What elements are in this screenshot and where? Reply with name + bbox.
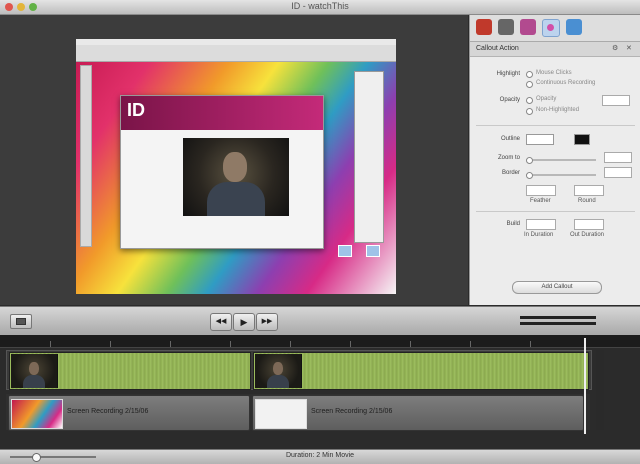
clip-thumbnail: [11, 354, 58, 388]
zoom-field[interactable]: [604, 152, 632, 163]
timeline-scrollbar[interactable]: [596, 350, 604, 430]
outline-label: Outline: [500, 136, 520, 142]
recorded-side-panel: [354, 71, 384, 243]
border-label: Border: [501, 170, 520, 176]
opacity-label: Opacity: [499, 97, 520, 103]
outline-color-dark[interactable]: [574, 134, 590, 145]
screen-mode-button[interactable]: [10, 314, 32, 329]
in-duration-label: In Duration: [524, 232, 554, 238]
add-callout-button[interactable]: Add Callout: [512, 281, 602, 294]
welcome-dialog: ID: [120, 95, 324, 249]
timeline-ruler[interactable]: [0, 335, 640, 348]
screen-tab-icon[interactable]: [566, 19, 582, 35]
app-logo: ID: [127, 100, 145, 120]
screen-clip[interactable]: Screen Recording 2/15/06: [8, 395, 250, 431]
continuous-label: Continuous Recording: [536, 80, 596, 86]
in-duration-field[interactable]: [526, 219, 556, 230]
out-duration-field[interactable]: [574, 219, 604, 230]
non-highlighted-radio[interactable]: [526, 108, 533, 115]
inspector-tabs: [470, 15, 640, 42]
duration-readout: Duration: 2 Min Movie: [285, 452, 355, 459]
clip-thumbnail: [11, 399, 63, 429]
screen-clip[interactable]: Screen Recording 2/15/06: [252, 395, 584, 431]
clip-label: Screen Recording 2/15/06: [67, 408, 149, 415]
zoom-slider[interactable]: [526, 157, 596, 164]
opacity-option-label: Opacity: [536, 96, 557, 102]
divider: [476, 125, 635, 126]
build-label: Build: [506, 221, 520, 227]
audio-tab-icon[interactable]: [498, 19, 514, 35]
section-header: Callout Action ⚙ ✕: [470, 42, 640, 57]
screen-recording-preview[interactable]: ID: [76, 39, 396, 294]
feather-label: Feather: [530, 198, 551, 204]
transport-bar: ◀◀ ▶ ▶▶: [0, 306, 640, 336]
opacity-field[interactable]: [602, 95, 630, 106]
feather-field[interactable]: [526, 185, 556, 196]
outline-color-light[interactable]: [526, 134, 554, 145]
recorded-tools-panel: [80, 65, 92, 247]
video-clip[interactable]: [253, 352, 589, 390]
title-bar: ID - watchThis: [0, 0, 640, 15]
video-track: [6, 350, 592, 390]
highlight-label: Highlight: [496, 71, 520, 77]
border-field[interactable]: [604, 167, 632, 178]
opacity-radio[interactable]: [526, 97, 533, 104]
window-title: ID - watchThis: [291, 1, 349, 11]
preview-canvas[interactable]: ID: [0, 15, 468, 305]
mouse-clicks-radio[interactable]: [526, 71, 533, 78]
section-title: Callout Action: [476, 45, 519, 52]
clip-thumbnail: [255, 354, 302, 388]
zoom-to-label: Zoom to: [497, 155, 520, 161]
rewind-button[interactable]: ◀◀: [210, 313, 232, 331]
round-label: Round: [578, 198, 596, 204]
video-tab-icon[interactable]: [476, 19, 492, 35]
clip-label: Screen Recording 2/15/06: [311, 408, 393, 415]
continuous-radio[interactable]: [526, 81, 533, 88]
gear-icon[interactable]: ⚙: [612, 42, 618, 56]
close-icon[interactable]: ✕: [626, 42, 632, 56]
divider: [476, 211, 635, 212]
fast-forward-button[interactable]: ▶▶: [256, 313, 278, 331]
recorded-toolbar: [76, 45, 396, 62]
status-bar: Duration: 2 Min Movie: [0, 449, 640, 464]
play-button[interactable]: ▶: [233, 313, 255, 331]
volume-bar-secondary[interactable]: [520, 322, 596, 325]
disk-icon: [366, 245, 380, 257]
callout-tab-icon[interactable]: [520, 19, 536, 35]
folder-icon: [338, 245, 352, 257]
screen-track: Screen Recording 2/15/06 Screen Recordin…: [6, 394, 590, 431]
playhead[interactable]: [584, 338, 586, 434]
non-highlighted-label: Non-Highlighted: [536, 107, 580, 113]
volume-bar[interactable]: [520, 316, 596, 319]
round-field[interactable]: [574, 185, 604, 196]
out-duration-label: Out Duration: [570, 232, 605, 238]
cursor-tab-icon[interactable]: [542, 19, 560, 37]
video-clip[interactable]: [9, 352, 251, 390]
dialog-header: ID: [121, 96, 323, 130]
border-slider[interactable]: [526, 172, 596, 179]
webcam-video: [183, 138, 289, 216]
inspector-panel: Callout Action ⚙ ✕ Highlight Mouse Click…: [469, 15, 640, 305]
clip-thumbnail: [255, 399, 307, 429]
mouse-clicks-label: Mouse Clicks: [536, 70, 572, 76]
